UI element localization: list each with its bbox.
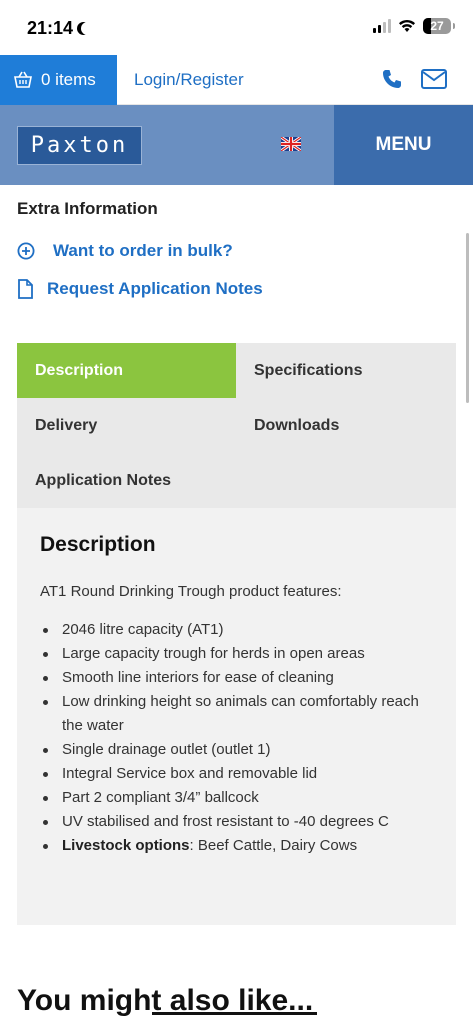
tab-delivery-label: Delivery bbox=[35, 416, 98, 434]
status-time-text: 21:14 bbox=[27, 18, 74, 38]
mail-icon[interactable] bbox=[421, 69, 447, 89]
tab-specifications-label: Specifications bbox=[254, 361, 363, 379]
feature-item-livestock: Livestock options: Beef Cattle, Dairy Co… bbox=[40, 834, 435, 858]
menu-button[interactable]: MENU bbox=[334, 105, 473, 185]
feature-item: Integral Service box and removable lid bbox=[40, 762, 435, 786]
tab-description[interactable]: Description bbox=[17, 343, 236, 398]
scrollbar[interactable] bbox=[466, 233, 469, 403]
tab-downloads-label: Downloads bbox=[254, 416, 340, 434]
battery-level: 27 bbox=[430, 19, 444, 33]
battery-icon: 27 bbox=[423, 18, 455, 34]
basket-icon bbox=[14, 71, 32, 88]
tab-delivery[interactable]: Delivery bbox=[17, 398, 236, 453]
tab-empty-cell bbox=[236, 453, 456, 508]
basket-label: 0 items bbox=[41, 70, 96, 89]
signal-icon bbox=[373, 19, 391, 33]
feature-item: 2046 litre capacity (AT1) bbox=[40, 618, 435, 642]
extra-information-title: Extra Information bbox=[17, 199, 158, 218]
order-in-bulk-label: Want to order in bulk? bbox=[53, 241, 233, 260]
feature-item: Smooth line interiors for ease of cleani… bbox=[40, 666, 435, 690]
feature-item: Part 2 compliant 3/4” ballcock bbox=[40, 786, 435, 810]
paxton-logo[interactable]: Paxton bbox=[17, 126, 142, 165]
description-panel: Description AT1 Round Drinking Trough pr… bbox=[17, 508, 456, 925]
request-application-notes-label: Request Application Notes bbox=[47, 279, 263, 298]
wifi-icon bbox=[399, 19, 415, 32]
tab-application-notes-label: Application Notes bbox=[35, 471, 172, 489]
status-icons: 27 bbox=[373, 18, 455, 34]
description-intro: AT1 Round Drinking Trough product featur… bbox=[40, 583, 342, 600]
tab-description-label: Description bbox=[35, 361, 124, 379]
plus-circle-icon bbox=[17, 242, 35, 260]
heading-underline bbox=[152, 1012, 317, 1015]
status-time: 21:14 bbox=[27, 18, 94, 39]
menu-label: MENU bbox=[375, 134, 432, 155]
feature-list: 2046 litre capacity (AT1) Large capacity… bbox=[40, 618, 435, 858]
tab-application-notes[interactable]: Application Notes bbox=[17, 453, 236, 508]
document-icon bbox=[18, 279, 33, 299]
livestock-value: : Beef Cattle, Dairy Cows bbox=[189, 837, 358, 854]
livestock-label: Livestock options bbox=[62, 837, 190, 854]
feature-item: Single drainage outlet (outlet 1) bbox=[40, 738, 435, 762]
tab-downloads[interactable]: Downloads bbox=[236, 398, 456, 453]
status-bar: 21:14 27 bbox=[0, 0, 473, 55]
feature-item: UV stabilised and frost resistant to -40… bbox=[40, 810, 435, 834]
uk-flag-icon[interactable] bbox=[281, 137, 301, 151]
feature-item: Large capacity trough for herds in open … bbox=[40, 642, 435, 666]
tab-specifications[interactable]: Specifications bbox=[236, 343, 456, 398]
moon-icon bbox=[81, 22, 94, 35]
feature-item: Low drinking height so animals can comfo… bbox=[40, 690, 435, 738]
phone-icon[interactable] bbox=[381, 68, 403, 90]
description-heading: Description bbox=[40, 533, 156, 556]
order-in-bulk-link[interactable]: Want to order in bulk? bbox=[17, 241, 233, 261]
basket-button[interactable]: 0 items bbox=[0, 55, 117, 105]
request-application-notes-link[interactable]: Request Application Notes bbox=[17, 279, 263, 299]
login-register-link[interactable]: Login/Register bbox=[134, 70, 244, 90]
top-bar: 0 items Login/Register bbox=[0, 55, 473, 105]
logo-text: Paxton bbox=[30, 133, 129, 158]
